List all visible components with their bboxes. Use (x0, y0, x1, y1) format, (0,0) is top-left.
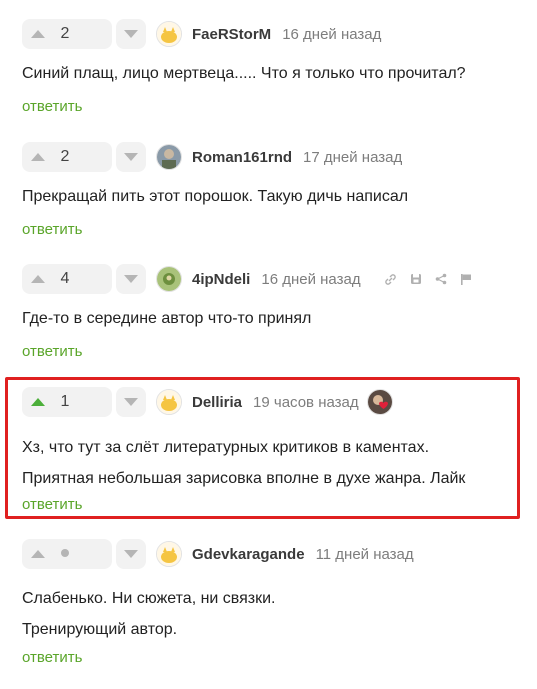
comment-rating: 4 (60, 270, 70, 287)
photo-avatar[interactable] (156, 144, 182, 170)
arrow-down-icon (124, 30, 138, 38)
comment-time[interactable]: 19 часов назад (253, 394, 359, 411)
reply-link[interactable]: ответить (22, 649, 82, 666)
comment-text: Синий плащ, лицо мертвеца..... Что я тол… (22, 64, 466, 84)
comment-text-line: Прекращай пить этот порошок. Такую дичь … (22, 188, 409, 205)
arrow-up-icon (31, 275, 45, 283)
arrow-up-icon (31, 30, 45, 38)
author-heart-avatar[interactable] (366, 389, 393, 415)
comment-header: Gdevkaragande 11 дней назад (22, 539, 414, 569)
comment-text-line: Хз, что тут за слёт литературных критико… (22, 439, 430, 456)
downvote-button[interactable] (116, 539, 146, 569)
arrow-down-icon (124, 153, 138, 161)
downvote-button[interactable] (116, 264, 146, 294)
comment-username[interactable]: 4ipNdeli (192, 271, 250, 288)
upvote-button[interactable] (22, 142, 54, 172)
upvote-button[interactable] (22, 539, 54, 569)
comment-header: 1 Delliria 19 часов назад (22, 387, 393, 417)
yellow-cat-avatar[interactable] (156, 389, 182, 415)
comment-header: 2 Roman161rnd 17 дней назад (22, 142, 402, 172)
arrow-up-icon (31, 398, 45, 406)
comment-rating: 2 (60, 148, 70, 165)
comment-username[interactable]: Roman161rnd (192, 149, 292, 166)
upvote-button[interactable] (22, 19, 54, 49)
comment-text-line: Синий плащ, лицо мертвеца..... Что я тол… (22, 65, 466, 82)
comment-text: Где-то в середине автор что-то принял (22, 309, 311, 329)
comment-text: Прекращай пить этот порошок. Такую дичь … (22, 187, 408, 207)
comment-time[interactable]: 16 дней назад (282, 26, 381, 43)
downvote-button[interactable] (116, 19, 146, 49)
hidden-rating-dot (54, 545, 76, 563)
comment-text-line: Слабенько. Ни сюжета, ни связки. (22, 590, 276, 607)
comment-text-line: Приятная небольшая зарисовка вполне в ду… (22, 470, 466, 487)
arrow-down-icon (124, 398, 138, 406)
comment-header: 4 4ipNdeli 16 дней назад (22, 264, 472, 294)
upvote-button[interactable] (22, 264, 54, 294)
save-icon[interactable] (410, 273, 422, 285)
comment-username[interactable]: Gdevkaragande (192, 546, 305, 563)
link-icon[interactable] (384, 273, 397, 286)
comment-text: Слабенько. Ни сюжета, ни связки. Трениру… (22, 583, 276, 645)
green-photo-avatar[interactable] (156, 266, 182, 292)
upvote-button[interactable] (22, 387, 54, 417)
reply-link[interactable]: ответить (22, 496, 82, 513)
yellow-cat-avatar[interactable] (156, 541, 182, 567)
reply-link[interactable]: ответить (22, 98, 82, 115)
share-icon[interactable] (435, 273, 447, 285)
vote-box (22, 539, 112, 569)
comment-time[interactable]: 17 дней назад (303, 149, 402, 166)
arrow-up-icon (31, 153, 45, 161)
downvote-button[interactable] (116, 142, 146, 172)
vote-box: 1 (22, 387, 112, 417)
report-flag-icon[interactable] (460, 273, 472, 286)
comment-text: Хз, что тут за слёт литературных критико… (22, 432, 465, 494)
comment-text-line: Тренирующий автор. (22, 621, 178, 638)
comment-username[interactable]: Delliria (192, 394, 242, 411)
arrow-down-icon (124, 550, 138, 558)
arrow-up-icon (31, 550, 45, 558)
comment-rating: 2 (60, 25, 70, 42)
reply-link[interactable]: ответить (22, 221, 82, 238)
vote-box: 4 (22, 264, 112, 294)
comment-time[interactable]: 11 дней назад (316, 546, 414, 563)
yellow-cat-avatar[interactable] (156, 21, 182, 47)
comment-tools (371, 273, 472, 286)
comment-time[interactable]: 16 дней назад (261, 271, 360, 288)
comment-username[interactable]: FaeRStorM (192, 26, 271, 43)
comment-header: 2 FaeRStorM 16 дней назад (22, 19, 381, 49)
vote-box: 2 (22, 142, 112, 172)
downvote-button[interactable] (116, 387, 146, 417)
reply-link[interactable]: ответить (22, 343, 82, 360)
comment-text-line: Где-то в середине автор что-то принял (22, 310, 312, 327)
arrow-down-icon (124, 275, 138, 283)
vote-box: 2 (22, 19, 112, 49)
comment-rating: 1 (60, 393, 70, 410)
